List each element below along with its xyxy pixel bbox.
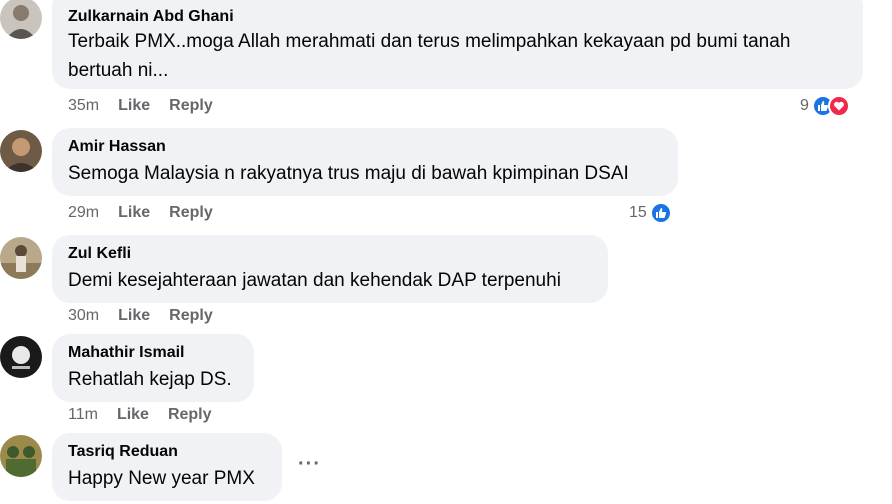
comment-author[interactable]: Amir Hassan xyxy=(68,137,662,157)
like-icon xyxy=(649,202,672,224)
reply-button[interactable]: Reply xyxy=(169,97,213,115)
comment-text: Rehatlah kejap DS. xyxy=(68,369,232,390)
comment-time[interactable]: 30m xyxy=(68,307,99,325)
comment-author[interactable]: Zulkarnain Abd Ghani xyxy=(68,7,847,27)
reaction-summary[interactable]: 9 xyxy=(800,95,850,117)
like-button[interactable]: Like xyxy=(118,97,150,115)
comment-text: Semoga Malaysia n rakyatnya trus maju di… xyxy=(68,163,629,184)
reply-button[interactable]: Reply xyxy=(168,406,212,424)
reply-button[interactable]: Reply xyxy=(169,307,213,325)
comment-actions: 35m Like Reply xyxy=(68,97,232,115)
avatar-photo-icon xyxy=(0,130,42,172)
like-button[interactable]: Like xyxy=(118,307,150,325)
comment-actions: 30m Like Reply xyxy=(68,307,232,325)
comment-bubble: Mahathir Ismail Rehatlah kejap DS. xyxy=(52,334,254,402)
reaction-count: 15 xyxy=(629,204,647,221)
like-button[interactable]: Like xyxy=(117,406,149,424)
avatar[interactable] xyxy=(0,130,42,172)
avatar-photo-icon xyxy=(0,237,42,279)
avatar-photo-icon xyxy=(0,435,42,477)
comment-text: Terbaik PMX..moga Allah merahmati dan te… xyxy=(68,27,847,85)
comment-text: Demi kesejahteraan jawatan dan kehendak … xyxy=(68,270,561,291)
comment-time[interactable]: 29m xyxy=(68,204,99,222)
comment-bubble: Tasriq Reduan Happy New year PMX xyxy=(52,433,282,501)
avatar-photo-icon xyxy=(0,0,42,39)
avatar-photo-icon xyxy=(0,336,42,378)
comment-bubble: Zulkarnain Abd Ghani Terbaik PMX..moga A… xyxy=(52,0,863,89)
comment-author[interactable]: Tasriq Reduan xyxy=(68,442,266,462)
comment-bubble: Amir Hassan Semoga Malaysia n rakyatnya … xyxy=(52,128,678,196)
comment-text: Happy New year PMX xyxy=(68,468,255,489)
comment-time[interactable]: 35m xyxy=(68,97,99,115)
love-icon xyxy=(827,95,850,117)
comment-bubble: Zul Kefli Demi kesejahteraan jawatan dan… xyxy=(52,235,608,303)
comment-author[interactable]: Zul Kefli xyxy=(68,244,592,264)
avatar[interactable] xyxy=(0,336,42,378)
comment-text-line: bertuah ni... xyxy=(68,60,169,81)
avatar[interactable] xyxy=(0,0,42,39)
comment-text-line: Terbaik PMX..moga Allah merahmati dan te… xyxy=(68,31,791,52)
reaction-count: 9 xyxy=(800,97,809,114)
avatar[interactable] xyxy=(0,435,42,477)
comment-actions: 11m Like Reply xyxy=(68,406,231,424)
more-options-icon[interactable]: ··· xyxy=(298,453,321,476)
comment-time[interactable]: 11m xyxy=(68,406,98,424)
comment-author[interactable]: Mahathir Ismail xyxy=(68,343,238,363)
like-button[interactable]: Like xyxy=(118,204,150,222)
comment-actions: 29m Like Reply xyxy=(68,204,232,222)
reply-button[interactable]: Reply xyxy=(169,204,213,222)
reaction-summary[interactable]: 15 xyxy=(629,202,672,224)
avatar[interactable] xyxy=(0,237,42,279)
